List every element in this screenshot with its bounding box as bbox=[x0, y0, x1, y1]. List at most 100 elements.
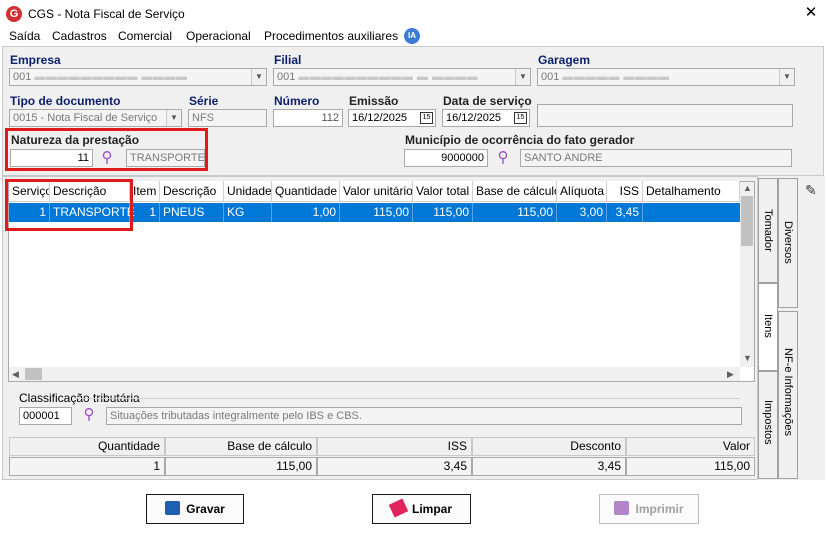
table-cell: 115,00 bbox=[413, 203, 473, 222]
chevron-down-icon[interactable]: ▼ bbox=[515, 69, 530, 85]
serie-field[interactable]: NFS bbox=[188, 109, 267, 127]
filial-value: 001 bbox=[277, 71, 296, 83]
serie-label: Série bbox=[189, 94, 219, 108]
window-title: CGS - Nota Fiscal de Serviço bbox=[28, 7, 185, 21]
menu-operacional[interactable]: Operacional bbox=[186, 29, 251, 43]
data-servico-date-field[interactable]: 16/12/2025 15 bbox=[442, 109, 530, 127]
tab-tomador-label: Tomador bbox=[762, 209, 774, 252]
classificacao-code-field[interactable]: 000001 bbox=[19, 407, 72, 425]
chevron-down-icon[interactable]: ▼ bbox=[779, 69, 794, 85]
total-header: Valor bbox=[626, 437, 755, 456]
total-header: Base de cálculo bbox=[165, 437, 317, 456]
total-valor-value: 115,00 bbox=[626, 457, 755, 476]
column-header[interactable]: Base de cálculo bbox=[473, 181, 557, 202]
emissao-label: Emissão bbox=[349, 94, 399, 108]
column-header[interactable]: Descrição bbox=[160, 181, 224, 202]
total-quantidade-value: 1 bbox=[9, 457, 165, 476]
scroll-left-icon[interactable]: ◀ bbox=[12, 369, 19, 380]
garagem-label: Garagem bbox=[538, 53, 591, 67]
table-cell: 115,00 bbox=[340, 203, 413, 222]
table-cell: 115,00 bbox=[473, 203, 557, 222]
empresa-select[interactable]: 001 ▬▬▬▬▬▬▬▬▬ ▬▬▬▬ ▼ bbox=[9, 68, 267, 86]
classificacao-description-field: Situações tributadas integralmente pelo … bbox=[106, 407, 742, 425]
numero-label: Número bbox=[274, 94, 320, 108]
horizontal-scrollbar[interactable] bbox=[9, 367, 740, 381]
imprimir-button[interactable]: Imprimir bbox=[599, 494, 699, 524]
user-edit-icon[interactable]: ✎ bbox=[805, 182, 817, 199]
ia-assistant-icon[interactable]: IA bbox=[404, 28, 420, 44]
data-servico-label: Data de serviço bbox=[443, 94, 532, 108]
tab-itens[interactable]: Itens bbox=[758, 283, 778, 371]
table-cell: PNEUS bbox=[160, 203, 224, 222]
total-desconto-value: 3,45 bbox=[472, 457, 626, 476]
search-icon[interactable]: ⚲ bbox=[80, 406, 98, 424]
column-header[interactable]: ISS bbox=[607, 181, 643, 202]
scroll-up-icon[interactable]: ▲ bbox=[743, 183, 752, 193]
data-servico-value: 16/12/2025 bbox=[446, 112, 502, 124]
table-cell: 3,45 bbox=[607, 203, 643, 222]
garagem-select[interactable]: 001 ▬▬▬▬▬ ▬▬▬▬ ▼ bbox=[537, 68, 795, 86]
total-iss-value: 3,45 bbox=[317, 457, 472, 476]
column-header[interactable]: Valor unitário bbox=[340, 181, 413, 202]
scroll-down-icon[interactable]: ▼ bbox=[743, 353, 752, 363]
scroll-right-icon[interactable]: ▶ bbox=[727, 369, 734, 380]
tab-impostos[interactable]: Impostos bbox=[758, 371, 778, 479]
column-header[interactable]: Detalhamento bbox=[643, 181, 740, 202]
emissao-value: 16/12/2025 bbox=[352, 112, 408, 124]
table-cell: 1 bbox=[130, 203, 160, 222]
chevron-down-icon[interactable]: ▼ bbox=[251, 69, 266, 85]
garagem-value: 001 bbox=[541, 71, 560, 83]
tipo-documento-select[interactable]: 0015 - Nota Fiscal de Serviço ▼ bbox=[9, 109, 182, 127]
tab-nfe-informacoes[interactable]: NF-e Informações bbox=[778, 311, 798, 479]
horizontal-scroll-thumb[interactable] bbox=[25, 368, 42, 380]
tab-nfe-informacoes-label: NF-e Informações bbox=[782, 348, 794, 437]
menu-saida[interactable]: Saída bbox=[9, 29, 40, 43]
limpar-button[interactable]: Limpar bbox=[372, 494, 471, 524]
column-header[interactable]: Quantidade bbox=[272, 181, 340, 202]
tipo-documento-value: 0015 - Nota Fiscal de Serviço bbox=[13, 112, 158, 124]
tipo-documento-label: Tipo de documento bbox=[10, 94, 121, 108]
table-cell bbox=[643, 203, 740, 222]
calendar-icon[interactable]: 15 bbox=[420, 112, 433, 124]
eraser-icon bbox=[388, 498, 409, 518]
filial-select[interactable]: 001 ▬▬▬▬▬▬▬▬▬▬ ▬ ▬▬▬▬ ▼ bbox=[273, 68, 531, 86]
limpar-button-label: Limpar bbox=[411, 502, 452, 516]
menu-procedimentos-auxiliares[interactable]: Procedimentos auxiliares bbox=[264, 29, 398, 43]
column-header[interactable]: Unidade bbox=[224, 181, 272, 202]
gravar-button[interactable]: Gravar bbox=[146, 494, 244, 524]
column-header[interactable]: Valor total bbox=[413, 181, 473, 202]
close-icon[interactable]: ✕ bbox=[800, 3, 822, 23]
emissao-date-field[interactable]: 16/12/2025 15 bbox=[348, 109, 436, 127]
highlight-service-box bbox=[5, 179, 133, 231]
highlight-natureza-box bbox=[5, 128, 208, 171]
filial-label: Filial bbox=[274, 53, 302, 67]
empresa-label: Empresa bbox=[10, 53, 61, 67]
total-base-calculo-value: 115,00 bbox=[165, 457, 317, 476]
imprimir-button-label: Imprimir bbox=[635, 502, 684, 516]
tab-tomador[interactable]: Tomador bbox=[758, 178, 778, 283]
tab-itens-label: Itens bbox=[762, 314, 774, 338]
print-icon bbox=[614, 501, 630, 515]
table-cell: 1,00 bbox=[272, 203, 340, 222]
column-header[interactable]: Alíquota bbox=[557, 181, 607, 202]
group-divider bbox=[74, 398, 740, 399]
tab-diversos[interactable]: Diversos bbox=[778, 178, 798, 308]
menu-cadastros[interactable]: Cadastros bbox=[52, 29, 107, 43]
municipio-description-field: SANTO ANDRE bbox=[520, 149, 792, 167]
menu-comercial[interactable]: Comercial bbox=[118, 29, 172, 43]
chevron-down-icon[interactable]: ▼ bbox=[166, 110, 181, 126]
tab-diversos-label: Diversos bbox=[782, 221, 794, 264]
vertical-scroll-thumb[interactable] bbox=[741, 196, 753, 246]
table-cell: KG bbox=[224, 203, 272, 222]
municipio-code-field[interactable]: 9000000 bbox=[404, 149, 488, 167]
gravar-button-label: Gravar bbox=[186, 502, 225, 516]
search-icon[interactable]: ⚲ bbox=[494, 149, 512, 167]
calendar-icon[interactable]: 15 bbox=[514, 112, 527, 124]
app-logo-icon: G bbox=[6, 6, 22, 22]
numero-field[interactable]: 112 bbox=[273, 109, 343, 127]
save-icon bbox=[165, 501, 181, 515]
tab-impostos-label: Impostos bbox=[762, 400, 774, 445]
total-header: Desconto bbox=[472, 437, 626, 456]
total-header: Quantidade bbox=[9, 437, 165, 456]
column-header[interactable]: Item bbox=[130, 181, 160, 202]
